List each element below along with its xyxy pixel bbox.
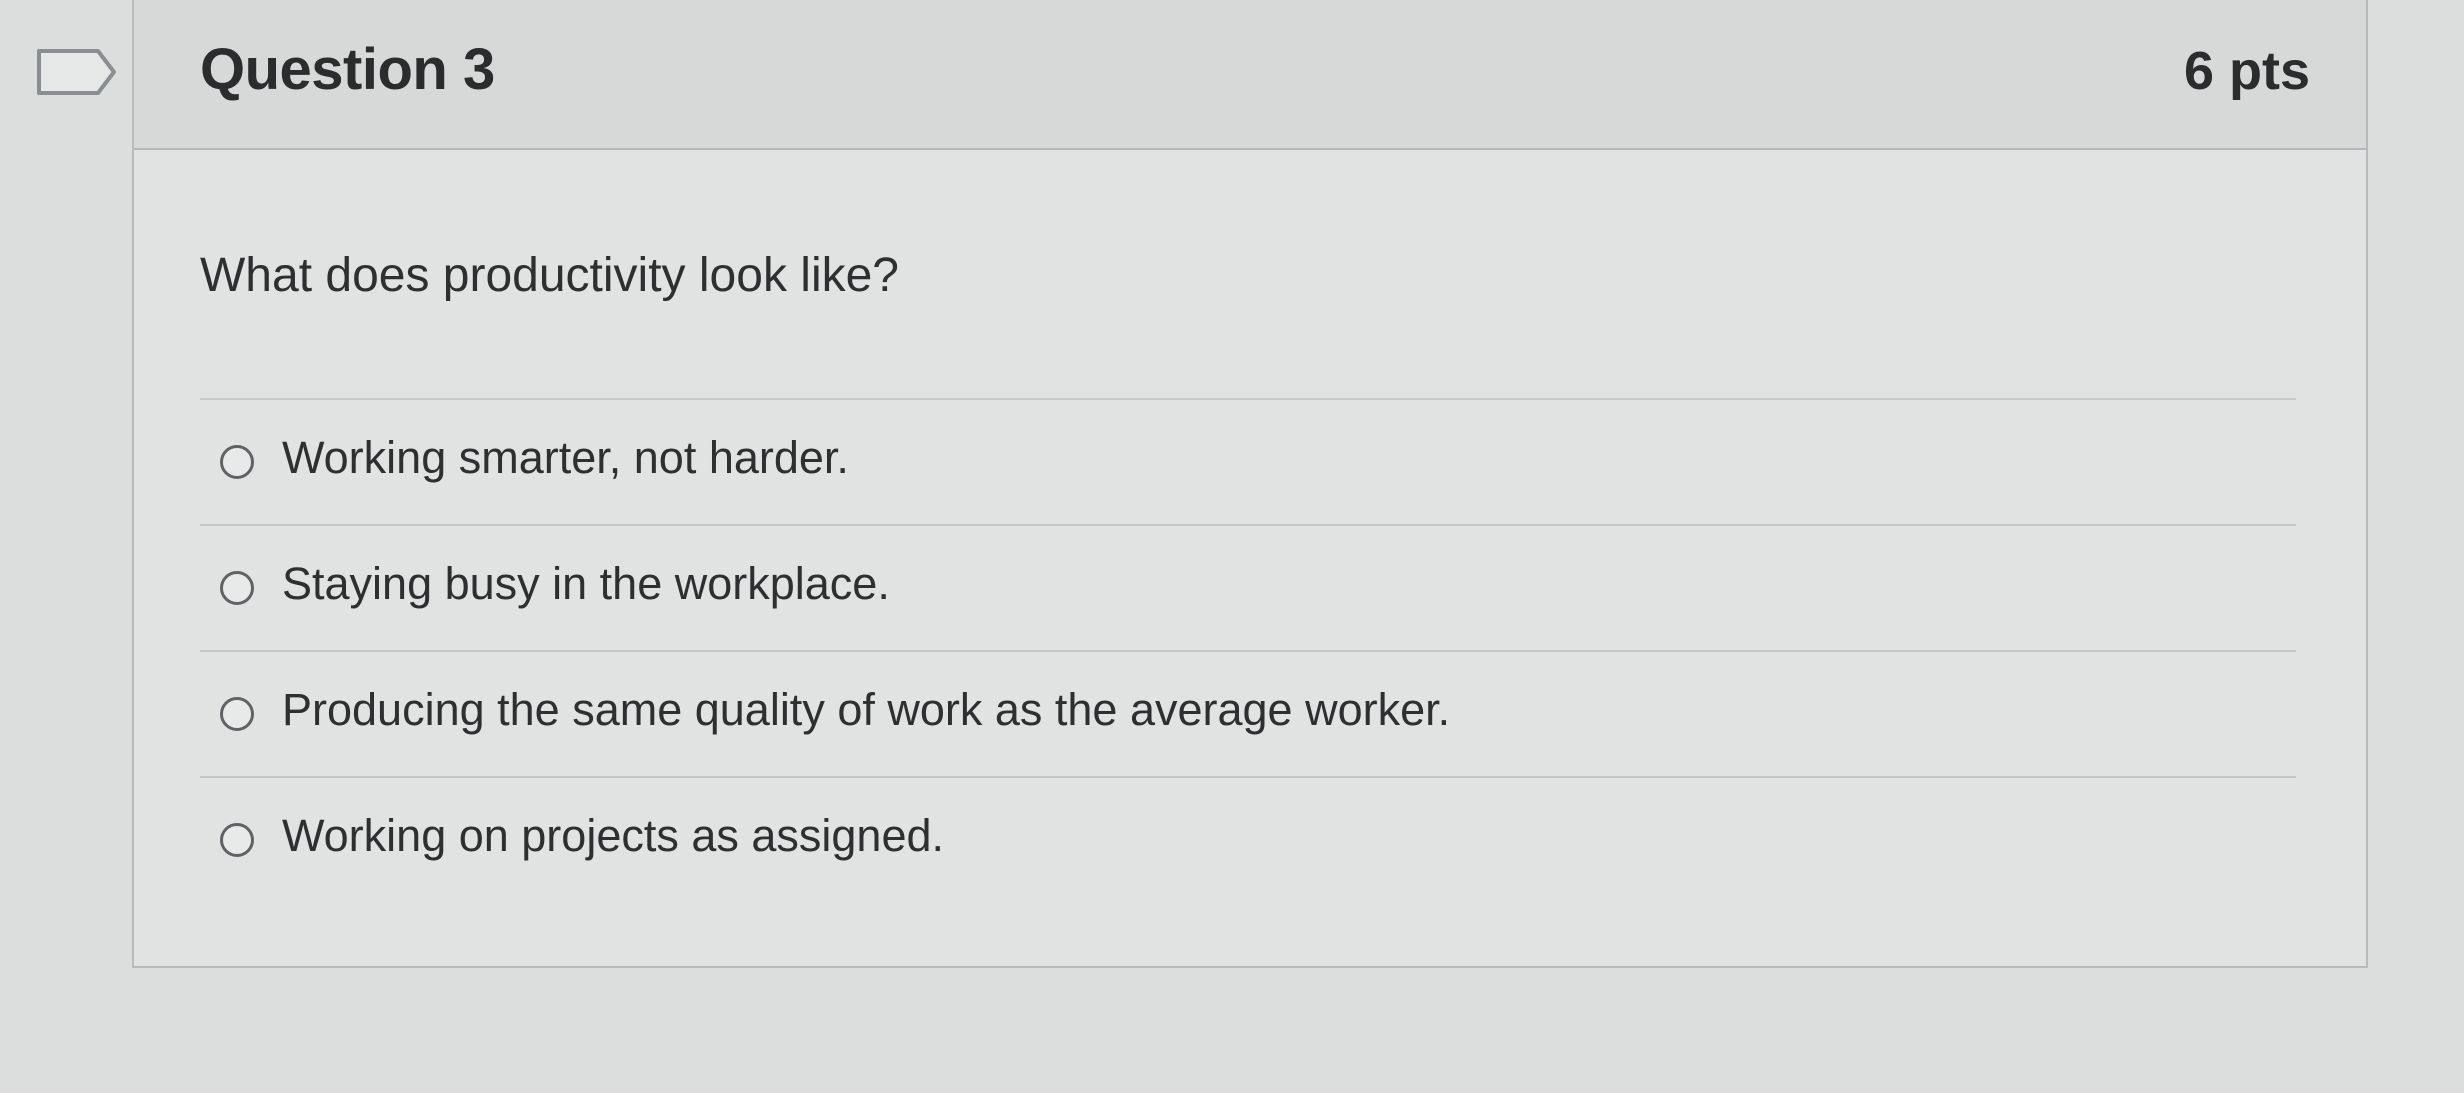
answer-option[interactable]: Staying busy in the workplace. [200,524,2296,650]
answer-list: Working smarter, not harder. Staying bus… [200,398,2296,902]
question-card: Question 3 6 pts What does productivity … [132,0,2368,968]
answer-option[interactable]: Producing the same quality of work as th… [200,650,2296,776]
radio-button[interactable] [220,823,254,857]
question-header: Question 3 6 pts [134,0,2366,150]
flag-icon[interactable] [36,48,118,96]
question-text: What does productivity look like? [200,249,899,302]
radio-button[interactable] [220,571,254,605]
answer-label[interactable]: Producing the same quality of work as th… [282,684,1450,736]
answer-label[interactable]: Staying busy in the workplace. [282,558,890,610]
radio-button[interactable] [220,697,254,731]
answer-option[interactable]: Working on projects as assigned. [200,776,2296,902]
question-points: 6 pts [2183,41,2310,101]
answer-label[interactable]: Working on projects as assigned. [282,810,944,862]
question-title: Question 3 [200,37,495,102]
answer-label[interactable]: Working smarter, not harder. [282,432,849,484]
answer-option[interactable]: Working smarter, not harder. [200,398,2296,524]
radio-button[interactable] [220,445,254,479]
